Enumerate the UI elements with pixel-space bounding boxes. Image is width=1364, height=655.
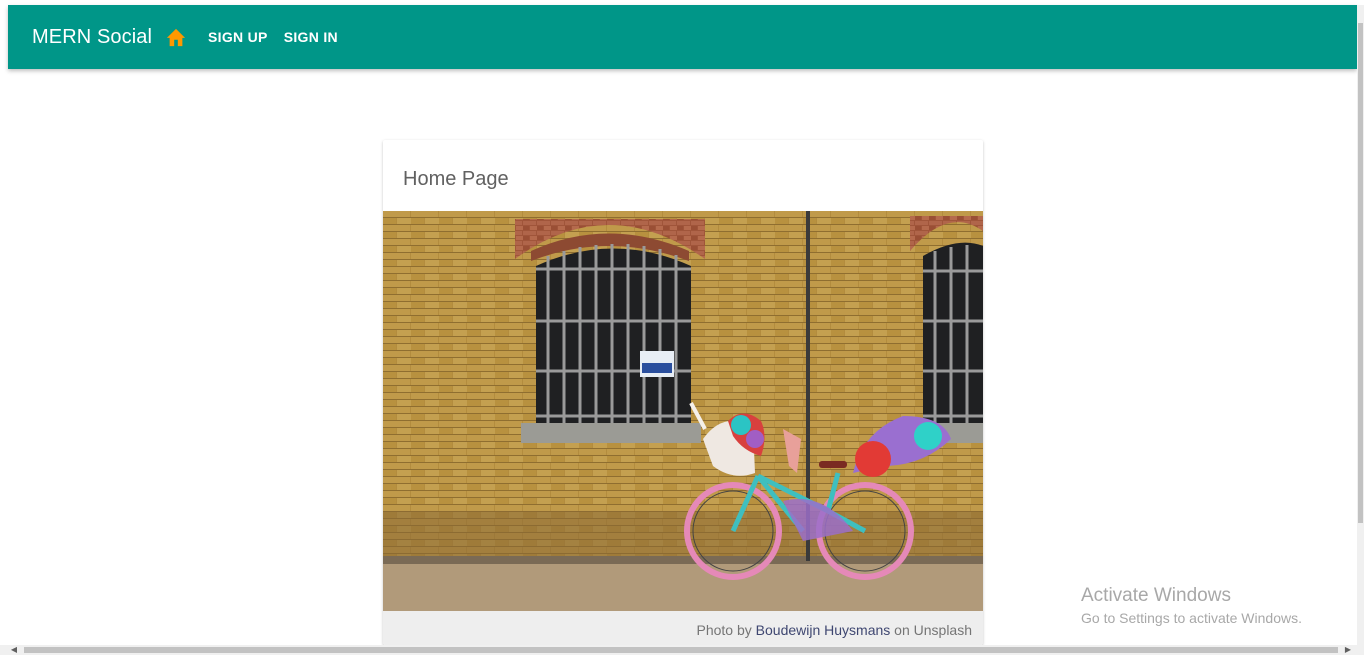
window-left-edge	[0, 0, 8, 655]
home-icon	[166, 28, 186, 47]
unicorn-bicycle-photo	[383, 211, 983, 611]
watermark-title: Activate Windows	[1081, 585, 1231, 606]
horizontal-scrollbar[interactable]: ◀ ▶	[0, 645, 1364, 655]
vertical-scrollbar[interactable]	[1357, 5, 1364, 645]
watermark-subtitle: Go to Settings to activate Windows.	[1081, 610, 1302, 626]
home-button[interactable]	[164, 25, 188, 49]
activate-windows-watermark: Activate Windows Go to Settings to activ…	[1081, 585, 1302, 629]
home-card: Home Page Photo by Boudewijn Huysmans on…	[383, 140, 983, 645]
horizontal-scrollbar-thumb[interactable]	[24, 647, 1338, 653]
scroll-left-arrow-icon[interactable]: ◀	[8, 645, 20, 655]
app-title: MERN Social	[32, 25, 153, 48]
photo-credit-suffix: on Unsplash	[890, 622, 972, 638]
photo-credit-prefix: Photo by	[696, 622, 756, 638]
card-title: Home Page	[403, 168, 509, 190]
photo-author-link[interactable]: Boudewijn Huysmans	[756, 622, 891, 638]
card-image	[383, 211, 983, 611]
sign-in-button[interactable]: SIGN IN	[276, 23, 346, 51]
sign-up-button[interactable]: SIGN UP	[200, 23, 276, 51]
scroll-right-arrow-icon[interactable]: ▶	[1342, 645, 1354, 655]
vertical-scrollbar-thumb[interactable]	[1358, 23, 1363, 523]
app-bar: MERN Social SIGN UP SIGN IN	[8, 5, 1357, 69]
photo-credit: Photo by Boudewijn Huysmans on Unsplash	[383, 611, 983, 645]
